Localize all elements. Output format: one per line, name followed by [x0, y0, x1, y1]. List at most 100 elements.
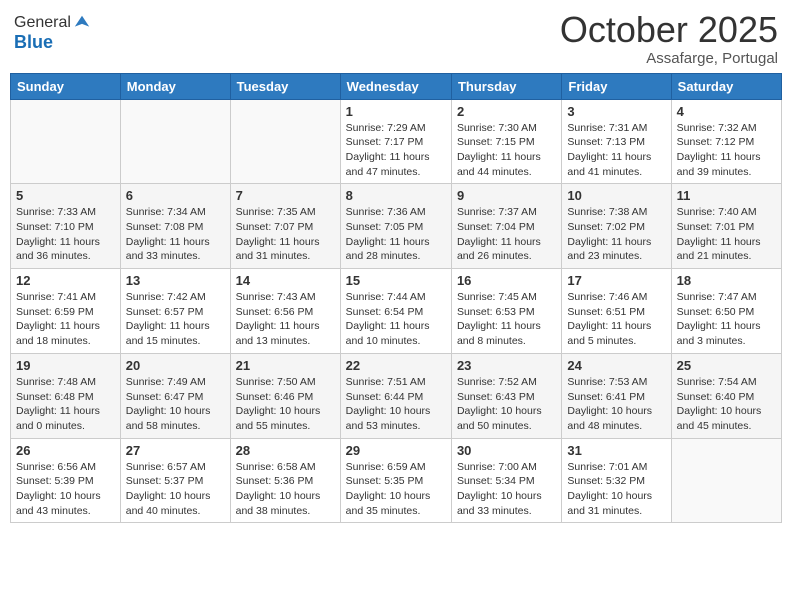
calendar-header-tuesday: Tuesday	[230, 73, 340, 99]
calendar-cell: 2 Sunrise: 7:30 AMSunset: 7:15 PMDaylight…	[451, 99, 561, 184]
title-section: October 2025 Assafarge, Portugal	[560, 10, 778, 67]
day-number: 2	[457, 104, 556, 119]
day-number: 21	[236, 358, 335, 373]
calendar-cell	[230, 99, 340, 184]
day-info: Sunrise: 7:00 AMSunset: 5:34 PMDaylight:…	[457, 460, 556, 519]
day-info: Sunrise: 7:31 AMSunset: 7:13 PMDaylight:…	[567, 121, 665, 180]
calendar-cell: 15 Sunrise: 7:44 AMSunset: 6:54 PMDayligh…	[340, 269, 451, 354]
calendar-cell: 27 Sunrise: 6:57 AMSunset: 5:37 PMDayligh…	[120, 438, 230, 523]
calendar-cell: 18Sunrise: 7:47 AMSunset: 6:50 PMDayligh…	[671, 269, 781, 354]
day-info: Sunrise: 7:42 AMSunset: 6:57 PMDaylight:…	[126, 290, 225, 349]
calendar-cell: 1 Sunrise: 7:29 AMSunset: 7:17 PMDaylight…	[340, 99, 451, 184]
day-info: Sunrise: 7:54 AMSunset: 6:40 PMDaylight:…	[677, 375, 776, 434]
day-number: 19	[16, 358, 115, 373]
day-info: Sunrise: 6:57 AMSunset: 5:37 PMDaylight:…	[126, 460, 225, 519]
calendar-cell: 13 Sunrise: 7:42 AMSunset: 6:57 PMDayligh…	[120, 269, 230, 354]
day-number: 26	[16, 443, 115, 458]
logo-blue-text: Blue	[14, 32, 91, 53]
day-number: 14	[236, 273, 335, 288]
calendar-cell: 24 Sunrise: 7:53 AMSunset: 6:41 PMDayligh…	[562, 353, 671, 438]
day-info: Sunrise: 7:30 AMSunset: 7:15 PMDaylight:…	[457, 121, 556, 180]
day-info: Sunrise: 7:53 AMSunset: 6:41 PMDaylight:…	[567, 375, 665, 434]
calendar-week-row: 19Sunrise: 7:48 AMSunset: 6:48 PMDayligh…	[11, 353, 782, 438]
calendar-week-row: 1 Sunrise: 7:29 AMSunset: 7:17 PMDaylight…	[11, 99, 782, 184]
day-number: 27	[126, 443, 225, 458]
day-number: 9	[457, 188, 556, 203]
day-number: 1	[346, 104, 446, 119]
day-info: Sunrise: 7:49 AMSunset: 6:47 PMDaylight:…	[126, 375, 225, 434]
day-number: 29	[346, 443, 446, 458]
day-number: 4	[677, 104, 776, 119]
day-number: 20	[126, 358, 225, 373]
day-number: 23	[457, 358, 556, 373]
day-info: Sunrise: 7:32 AMSunset: 7:12 PMDaylight:…	[677, 121, 776, 180]
calendar-cell: 4 Sunrise: 7:32 AMSunset: 7:12 PMDaylight…	[671, 99, 781, 184]
day-number: 31	[567, 443, 665, 458]
day-number: 11	[677, 188, 776, 203]
calendar-cell: 19Sunrise: 7:48 AMSunset: 6:48 PMDayligh…	[11, 353, 121, 438]
day-number: 13	[126, 273, 225, 288]
calendar-cell: 7 Sunrise: 7:35 AMSunset: 7:07 PMDaylight…	[230, 184, 340, 269]
calendar-cell: 9Sunrise: 7:37 AMSunset: 7:04 PMDaylight…	[451, 184, 561, 269]
calendar-header-monday: Monday	[120, 73, 230, 99]
calendar-week-row: 5 Sunrise: 7:33 AMSunset: 7:10 PMDaylight…	[11, 184, 782, 269]
page-header: General Blue October 2025 Assafarge, Por…	[10, 10, 782, 67]
day-info: Sunrise: 7:40 AMSunset: 7:01 PMDaylight:…	[677, 205, 776, 264]
day-info: Sunrise: 7:41 AMSunset: 6:59 PMDaylight:…	[16, 290, 115, 349]
day-info: Sunrise: 7:44 AMSunset: 6:54 PMDaylight:…	[346, 290, 446, 349]
calendar-cell	[671, 438, 781, 523]
day-number: 22	[346, 358, 446, 373]
calendar-cell	[120, 99, 230, 184]
calendar-cell: 28Sunrise: 6:58 AMSunset: 5:36 PMDayligh…	[230, 438, 340, 523]
logo: General Blue	[14, 14, 91, 53]
day-number: 12	[16, 273, 115, 288]
calendar-header-wednesday: Wednesday	[340, 73, 451, 99]
calendar-header-sunday: Sunday	[11, 73, 121, 99]
day-number: 28	[236, 443, 335, 458]
day-number: 30	[457, 443, 556, 458]
day-number: 18	[677, 273, 776, 288]
day-number: 10	[567, 188, 665, 203]
calendar-header-saturday: Saturday	[671, 73, 781, 99]
day-number: 5	[16, 188, 115, 203]
calendar-cell: 10 Sunrise: 7:38 AMSunset: 7:02 PMDayligh…	[562, 184, 671, 269]
calendar-cell: 21 Sunrise: 7:50 AMSunset: 6:46 PMDayligh…	[230, 353, 340, 438]
calendar-cell: 8Sunrise: 7:36 AMSunset: 7:05 PMDaylight…	[340, 184, 451, 269]
day-number: 8	[346, 188, 446, 203]
calendar-header-row: SundayMondayTuesdayWednesdayThursdayFrid…	[11, 73, 782, 99]
day-number: 17	[567, 273, 665, 288]
day-info: Sunrise: 7:50 AMSunset: 6:46 PMDaylight:…	[236, 375, 335, 434]
calendar-cell: 29Sunrise: 6:59 AMSunset: 5:35 PMDayligh…	[340, 438, 451, 523]
day-info: Sunrise: 7:43 AMSunset: 6:56 PMDaylight:…	[236, 290, 335, 349]
calendar-cell: 11 Sunrise: 7:40 AMSunset: 7:01 PMDayligh…	[671, 184, 781, 269]
day-number: 24	[567, 358, 665, 373]
day-number: 7	[236, 188, 335, 203]
calendar-cell: 6 Sunrise: 7:34 AMSunset: 7:08 PMDaylight…	[120, 184, 230, 269]
calendar-cell: 12 Sunrise: 7:41 AMSunset: 6:59 PMDayligh…	[11, 269, 121, 354]
day-info: Sunrise: 7:34 AMSunset: 7:08 PMDaylight:…	[126, 205, 225, 264]
day-info: Sunrise: 6:56 AMSunset: 5:39 PMDaylight:…	[16, 460, 115, 519]
month-title: October 2025	[560, 10, 778, 50]
calendar-cell: 23Sunrise: 7:52 AMSunset: 6:43 PMDayligh…	[451, 353, 561, 438]
calendar-header-thursday: Thursday	[451, 73, 561, 99]
day-number: 16	[457, 273, 556, 288]
location-subtitle: Assafarge, Portugal	[560, 50, 778, 67]
day-info: Sunrise: 7:33 AMSunset: 7:10 PMDaylight:…	[16, 205, 115, 264]
calendar-cell: 20 Sunrise: 7:49 AMSunset: 6:47 PMDayligh…	[120, 353, 230, 438]
day-info: Sunrise: 7:35 AMSunset: 7:07 PMDaylight:…	[236, 205, 335, 264]
day-info: Sunrise: 7:38 AMSunset: 7:02 PMDaylight:…	[567, 205, 665, 264]
day-info: Sunrise: 7:29 AMSunset: 7:17 PMDaylight:…	[346, 121, 446, 180]
day-number: 3	[567, 104, 665, 119]
calendar-cell: 5 Sunrise: 7:33 AMSunset: 7:10 PMDaylight…	[11, 184, 121, 269]
calendar-cell: 31 Sunrise: 7:01 AMSunset: 5:32 PMDayligh…	[562, 438, 671, 523]
calendar-cell: 17Sunrise: 7:46 AMSunset: 6:51 PMDayligh…	[562, 269, 671, 354]
day-number: 25	[677, 358, 776, 373]
day-number: 15	[346, 273, 446, 288]
day-info: Sunrise: 7:01 AMSunset: 5:32 PMDaylight:…	[567, 460, 665, 519]
logo-general-text: General	[14, 14, 71, 32]
day-number: 6	[126, 188, 225, 203]
logo-icon	[73, 14, 91, 32]
calendar-cell: 30 Sunrise: 7:00 AMSunset: 5:34 PMDayligh…	[451, 438, 561, 523]
day-info: Sunrise: 7:45 AMSunset: 6:53 PMDaylight:…	[457, 290, 556, 349]
calendar-cell	[11, 99, 121, 184]
